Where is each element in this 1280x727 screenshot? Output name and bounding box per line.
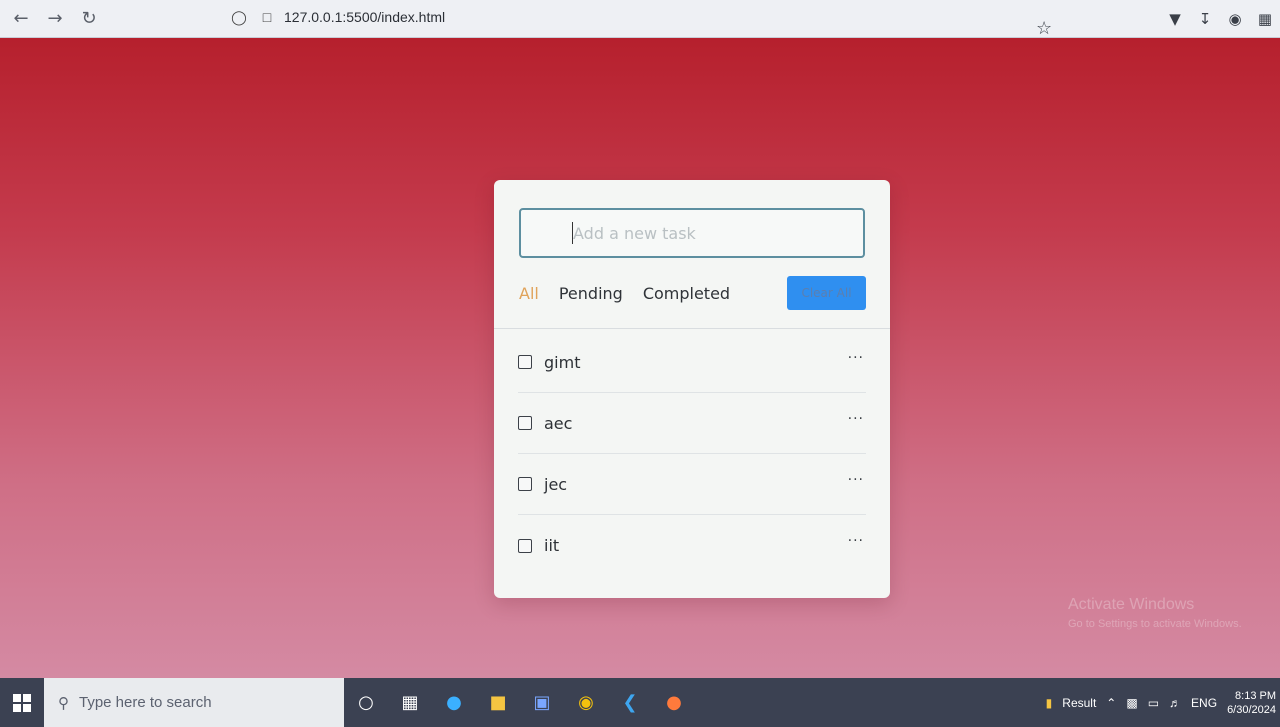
filter-tabs: All Pending Completed: [519, 284, 750, 303]
task-name: iit: [544, 536, 560, 555]
edge-icon[interactable]: ●: [432, 678, 476, 727]
reload-icon[interactable]: ↻: [76, 6, 102, 32]
activate-windows-watermark: Activate Windows Go to Settings to activ…: [1068, 596, 1242, 630]
file-explorer-icon[interactable]: ■: [476, 678, 520, 727]
result-label[interactable]: Result: [1062, 696, 1096, 710]
toolbar-right: ▼ ↧ ◉ ▦: [1160, 0, 1280, 38]
task-input[interactable]: [519, 208, 865, 258]
chrome-icon[interactable]: ◉: [564, 678, 608, 727]
text-caret: [572, 222, 573, 244]
divider: [494, 328, 890, 329]
todo-card: All Pending Completed Clear All gimt ...…: [494, 180, 890, 598]
task-item: iit ...: [518, 515, 866, 576]
task-checkbox[interactable]: [518, 477, 532, 491]
more-options-icon[interactable]: ...: [848, 407, 864, 423]
search-icon: ⚲: [58, 694, 69, 712]
more-options-icon[interactable]: ...: [848, 346, 864, 362]
clock-time: 8:13 PM: [1235, 689, 1276, 702]
task-name: gimt: [544, 352, 581, 372]
cortana-icon[interactable]: ○: [344, 678, 388, 727]
clock-date: 6/30/2024: [1227, 703, 1276, 716]
task-item: gimt ...: [518, 332, 866, 393]
watermark-title: Activate Windows: [1068, 596, 1195, 613]
page-icon: □: [262, 9, 272, 25]
watermark-subtitle: Go to Settings to activate Windows.: [1068, 618, 1242, 630]
url-text: 127.0.0.1:5500/index.html: [284, 9, 446, 25]
filter-all[interactable]: All: [519, 284, 539, 303]
more-options-icon[interactable]: ...: [848, 529, 864, 545]
task-item: aec ...: [518, 393, 866, 454]
firefox-icon[interactable]: ●: [652, 678, 696, 727]
taskbar: ⚲ Type here to search ○ ▦ ● ■ ▣ ◉ ❮ ● ▮ …: [0, 678, 1280, 727]
vscode-icon[interactable]: ❮: [608, 678, 652, 727]
extensions-icon[interactable]: ▦: [1250, 4, 1280, 34]
clock[interactable]: 8:13 PM 6/30/2024: [1227, 689, 1280, 717]
search-placeholder: Type here to search: [79, 694, 212, 711]
forward-icon[interactable]: →: [42, 6, 68, 32]
taskbar-search[interactable]: ⚲ Type here to search: [44, 678, 344, 727]
windows-start-icon[interactable]: [0, 678, 44, 727]
browser-toolbar: ← → ↻ ◯ □ 127.0.0.1:5500/index.html ☆ ▼ …: [0, 0, 1280, 39]
address-bar[interactable]: ◯ □ 127.0.0.1:5500/index.html: [228, 4, 988, 30]
download-icon[interactable]: ↧: [1190, 4, 1220, 34]
star-icon[interactable]: ☆: [1036, 18, 1052, 39]
system-tray: ▮ Result ⌃ ▩ ▭ ♬ ENG 8:13 PM 6/30/2024: [1046, 678, 1280, 727]
task-list: gimt ... aec ... jec ... iit ...: [518, 332, 866, 576]
filter-pending[interactable]: Pending: [559, 284, 623, 303]
clear-all-button[interactable]: Clear All: [787, 276, 866, 310]
shield-icon: ◯: [231, 8, 247, 25]
chevron-up-icon[interactable]: ⌃: [1106, 696, 1116, 710]
pocket-icon[interactable]: ▼: [1160, 4, 1190, 34]
task-name: jec: [544, 474, 568, 494]
filter-completed[interactable]: Completed: [643, 284, 730, 303]
task-checkbox[interactable]: [518, 416, 532, 430]
network-icon[interactable]: ▩: [1126, 696, 1137, 710]
more-options-icon[interactable]: ...: [848, 468, 864, 484]
result-app-icon[interactable]: ▮: [1046, 696, 1053, 710]
task-name: aec: [544, 413, 573, 433]
language-indicator[interactable]: ENG: [1191, 696, 1217, 710]
account-icon[interactable]: ◉: [1220, 4, 1250, 34]
volume-icon[interactable]: ♬: [1169, 696, 1181, 710]
task-view-icon[interactable]: ▦: [388, 678, 432, 727]
task-item: jec ...: [518, 454, 866, 515]
task-checkbox[interactable]: [518, 355, 532, 369]
back-icon[interactable]: ←: [8, 6, 34, 32]
task-checkbox[interactable]: [518, 538, 532, 553]
store-icon[interactable]: ▣: [520, 678, 564, 727]
battery-icon[interactable]: ▭: [1148, 696, 1159, 710]
